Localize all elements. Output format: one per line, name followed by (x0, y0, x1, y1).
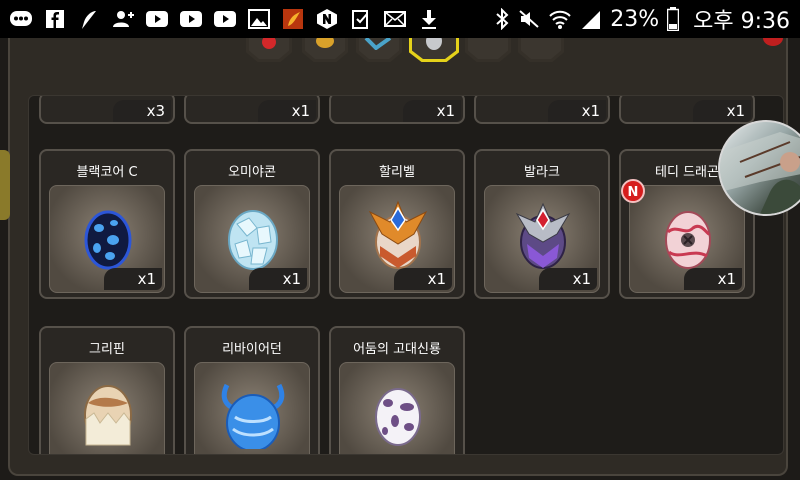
ice-egg-icon (228, 210, 278, 270)
black-core-egg-icon (84, 210, 132, 270)
notification-icons (8, 7, 442, 31)
egg-quantity: x1 (539, 268, 597, 290)
egg-quantity: x1 (104, 268, 162, 290)
bluetooth-icon (494, 7, 510, 31)
egg-name: 그리핀 (89, 342, 125, 357)
signal-icon (580, 7, 602, 31)
egg-card-balaka[interactable]: 발라크 x1 (474, 149, 610, 299)
mail-icon (382, 7, 408, 31)
egg-name: 오미야콘 (228, 165, 276, 180)
egg-card-leviathan[interactable]: 리바이어던 (184, 326, 320, 454)
egg-slot: x1 (629, 185, 745, 293)
egg-card-black-core-c[interactable]: 블랙코어 C x1 (39, 149, 175, 299)
egg-slot: x1 (484, 185, 600, 293)
new-badge: N (621, 179, 645, 203)
battery-icon (667, 7, 680, 31)
egg-quantity: x1 (394, 268, 452, 290)
image-icon (246, 7, 272, 31)
egg-card[interactable]: x1 (474, 96, 610, 124)
egg-card[interactable]: x1 (619, 96, 755, 124)
naver-icon (314, 7, 340, 31)
egg-quantity: x1 (548, 100, 606, 122)
battery-percent: 23% (610, 6, 660, 32)
egg-slot (49, 362, 165, 454)
close-icon[interactable] (762, 38, 784, 48)
griffin-egg-icon (84, 385, 132, 446)
egg-quantity: x1 (249, 268, 307, 290)
hallibel-egg-icon (368, 200, 428, 269)
clock: 오후 9:36 (693, 9, 790, 34)
game-icon (280, 7, 306, 31)
egg-grid: x3 x1 x1 x1 x1 블랙코어 C x1 오미야콘 x1 할리벨 x1 … (28, 95, 784, 455)
egg-quantity: x3 (113, 100, 171, 122)
wifi-icon (548, 7, 572, 31)
egg-slot (194, 362, 310, 454)
leviathan-egg-icon (221, 383, 285, 449)
egg-quantity: x1 (403, 100, 461, 122)
egg-card-ancient-dark-dragon[interactable]: 어둠의 고대신룡 (329, 326, 465, 454)
egg-name: 어둠의 고대신룡 (353, 342, 441, 357)
egg-card[interactable]: x1 (184, 96, 320, 124)
egg-slot (339, 362, 455, 454)
person-add-icon (110, 7, 136, 31)
clipboard-icon (348, 7, 374, 31)
egg-name: 블랙코어 C (76, 165, 138, 180)
egg-card[interactable]: x1 (329, 96, 465, 124)
egg-name: 할리벨 (379, 165, 415, 180)
teddy-egg-icon (665, 211, 711, 269)
youtube-icon (144, 7, 170, 31)
messenger-icon (8, 7, 34, 31)
egg-name: 리바이어던 (222, 342, 282, 357)
egg-slot: x1 (194, 185, 310, 293)
youtube-icon (178, 7, 204, 31)
egg-card-griffin[interactable]: 그리핀 (39, 326, 175, 454)
balaka-egg-icon (515, 202, 571, 269)
egg-card-omiyakon[interactable]: 오미야콘 x1 (184, 149, 320, 299)
facebook-icon (42, 7, 68, 31)
download-icon (416, 7, 442, 31)
system-status: 23% 오후 9:36 (494, 6, 790, 34)
egg-quantity: x1 (693, 100, 751, 122)
egg-name: 발라크 (524, 165, 560, 180)
egg-quantity: x1 (684, 268, 742, 290)
egg-slot: x1 (339, 185, 455, 293)
egg-card[interactable]: x3 (39, 96, 175, 124)
youtube-icon (212, 7, 238, 31)
egg-slot: x1 (49, 185, 165, 293)
dark-ancient-egg-icon (375, 388, 421, 446)
status-bar: 23% 오후 9:36 (0, 0, 800, 38)
egg-card-hallibel[interactable]: 할리벨 x1 (329, 149, 465, 299)
mute-icon (518, 7, 540, 31)
feather-icon (76, 7, 102, 31)
side-edge-tab[interactable] (0, 150, 10, 220)
egg-quantity: x1 (258, 100, 316, 122)
